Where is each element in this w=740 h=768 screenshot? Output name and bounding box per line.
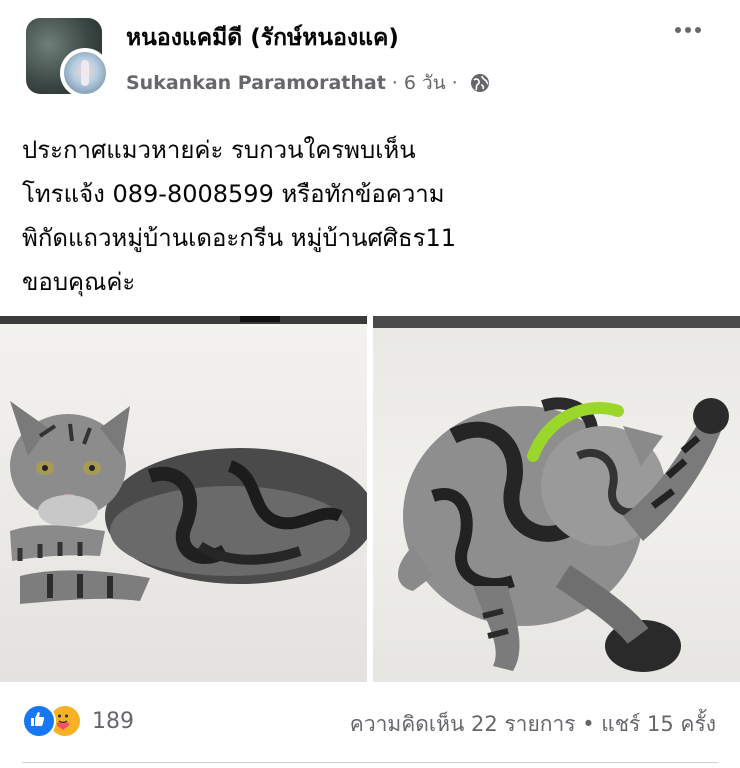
post-text-line: โทรแจ้ง 089-8008599 หรือทักข้อความ: [22, 180, 445, 208]
cat-grooming-illustration: [373, 316, 740, 672]
globe-icon: [470, 74, 489, 92]
post-text-line: ประกาศแมวหายค่ะ รบกวนใครพบเห็น: [22, 136, 416, 164]
comments-shares-stats[interactable]: ความคิดเห็น 22 รายการ • แชร์ 15 ครั้ง: [350, 708, 716, 741]
post-meta: Sukankan Paramorathat · 6 วัน ·: [126, 68, 490, 98]
post-text-line: พิกัดแถวหมู่บ้านเดอะกรีน หมู่บ้านศศิธร11: [22, 224, 457, 252]
group-avatar[interactable]: [26, 18, 110, 102]
cat-lying-illustration: [0, 316, 367, 604]
photo-cat-lying[interactable]: [0, 316, 367, 682]
footer-divider: [22, 762, 718, 763]
author-name-link[interactable]: Sukankan Paramorathat: [126, 72, 386, 94]
author-avatar[interactable]: [60, 48, 110, 98]
post-text-line: ขอบคุณค่ะ: [22, 268, 136, 296]
group-name-link[interactable]: หนองแคมีดี (รักษ์หนองแค): [126, 20, 399, 56]
more-options-icon[interactable]: [668, 18, 708, 42]
reactions-summary[interactable]: 189: [22, 704, 134, 738]
post-time-link[interactable]: 6 วัน: [404, 68, 446, 98]
like-icon: [22, 704, 56, 738]
photo-cat-grooming[interactable]: [373, 316, 740, 682]
post-header: หนองแคมีดี (รักษ์หนองแค) Sukankan Paramo…: [0, 0, 740, 110]
post-text: ประกาศแมวหายค่ะ รบกวนใครพบเห็น โทรแจ้ง 0…: [22, 128, 722, 304]
reaction-count: 189: [92, 708, 134, 734]
meta-separator: ·: [391, 72, 398, 94]
meta-separator: ·: [451, 72, 458, 94]
author-avatar-figure: [81, 60, 89, 86]
